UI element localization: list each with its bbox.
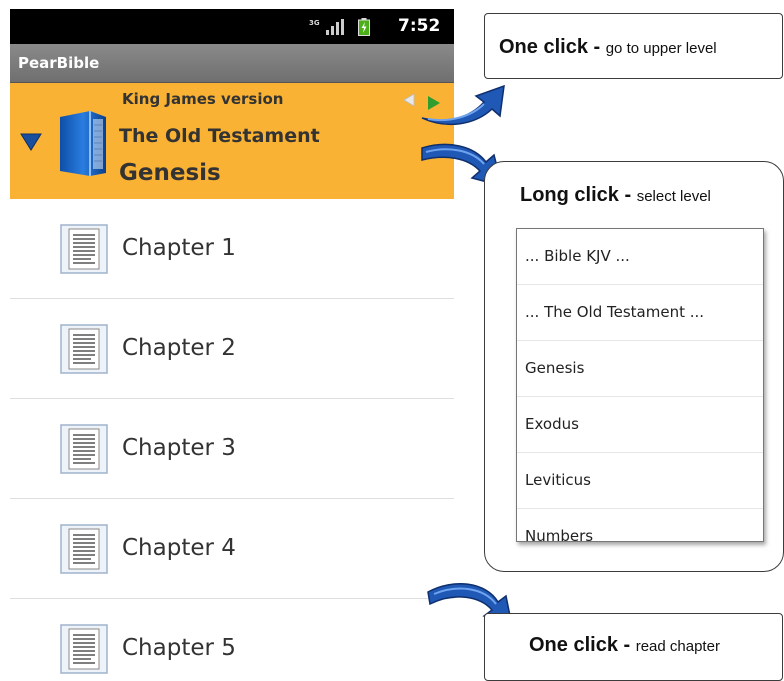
chapter-document-icon	[60, 424, 108, 474]
status-bar: 3G 7:52	[10, 9, 454, 44]
level-menu-item[interactable]: ... Bible KJV ...	[517, 229, 763, 285]
callout-long-sep: -	[618, 184, 637, 206]
status-time: 7:52	[398, 16, 441, 36]
callout-upper-caption: One click - go to upper level	[499, 36, 717, 59]
callout-upper-sep: -	[587, 36, 606, 58]
battery-icon	[358, 18, 370, 36]
callout-read-chapter: One click - read chapter	[484, 613, 783, 681]
callout-select-level: Long click - select level ... Bible KJV …	[484, 161, 784, 572]
expand-triangle-icon[interactable]	[20, 133, 42, 151]
app-title: PearBible	[18, 54, 100, 72]
app-title-bar: PearBible	[10, 44, 454, 83]
chapter-row[interactable]: Chapter 3	[10, 399, 454, 499]
network-type-indicator: 3G	[309, 19, 320, 27]
chapter-row[interactable]: Chapter 1	[10, 199, 454, 299]
header-testament-label: The Old Testament	[119, 125, 320, 147]
chapter-label: Chapter 3	[122, 435, 236, 461]
callout-long-desc: select level	[636, 188, 711, 205]
callout-read-caption: One click - read chapter	[529, 634, 720, 657]
level-menu-item[interactable]: Leviticus	[517, 453, 763, 509]
callout-upper-desc: go to upper level	[605, 40, 717, 57]
bible-book-icon	[60, 111, 106, 176]
chapter-document-icon	[60, 624, 108, 674]
chapter-row[interactable]: Chapter 2	[10, 299, 454, 399]
signal-icon	[326, 19, 344, 35]
chapter-row[interactable]: Chapter 4	[10, 499, 454, 599]
phone-screen: 3G 7:52 PearBible King James version The…	[10, 9, 454, 680]
chapter-list: Chapter 1 Chapter 2 Chapter 3 Chapter 4 Chap…	[10, 199, 454, 680]
level-header[interactable]: King James version The Old Testament Gen…	[10, 83, 454, 199]
arrow-to-upper-callout	[421, 84, 505, 126]
callout-long-action: Long click	[520, 184, 619, 206]
level-menu-item[interactable]: Numbers	[517, 509, 763, 541]
callout-upper-action: One click	[499, 36, 588, 58]
callout-long-caption: Long click - select level	[520, 184, 711, 207]
callout-read-sep: -	[617, 634, 636, 656]
chapter-document-icon	[60, 524, 108, 574]
callout-upper-level: One click - go to upper level	[484, 13, 783, 79]
chapter-label: Chapter 2	[122, 335, 236, 361]
chapter-row[interactable]: Chapter 5	[10, 599, 454, 680]
header-version-label: King James version	[122, 90, 284, 108]
chapter-label: Chapter 4	[122, 535, 236, 561]
chapter-document-icon	[60, 324, 108, 374]
level-menu-item[interactable]: Exodus	[517, 397, 763, 453]
level-select-menu[interactable]: ... Bible KJV ...... The Old Testament .…	[516, 228, 764, 542]
callout-read-action: One click	[529, 634, 618, 656]
level-menu-item[interactable]: ... The Old Testament ...	[517, 285, 763, 341]
chapter-label: Chapter 1	[122, 235, 236, 261]
header-book-label: Genesis	[119, 160, 221, 186]
chapter-label: Chapter 5	[122, 635, 236, 661]
level-menu-item[interactable]: Genesis	[517, 341, 763, 397]
callout-read-desc: read chapter	[635, 638, 720, 655]
chapter-document-icon	[60, 224, 108, 274]
